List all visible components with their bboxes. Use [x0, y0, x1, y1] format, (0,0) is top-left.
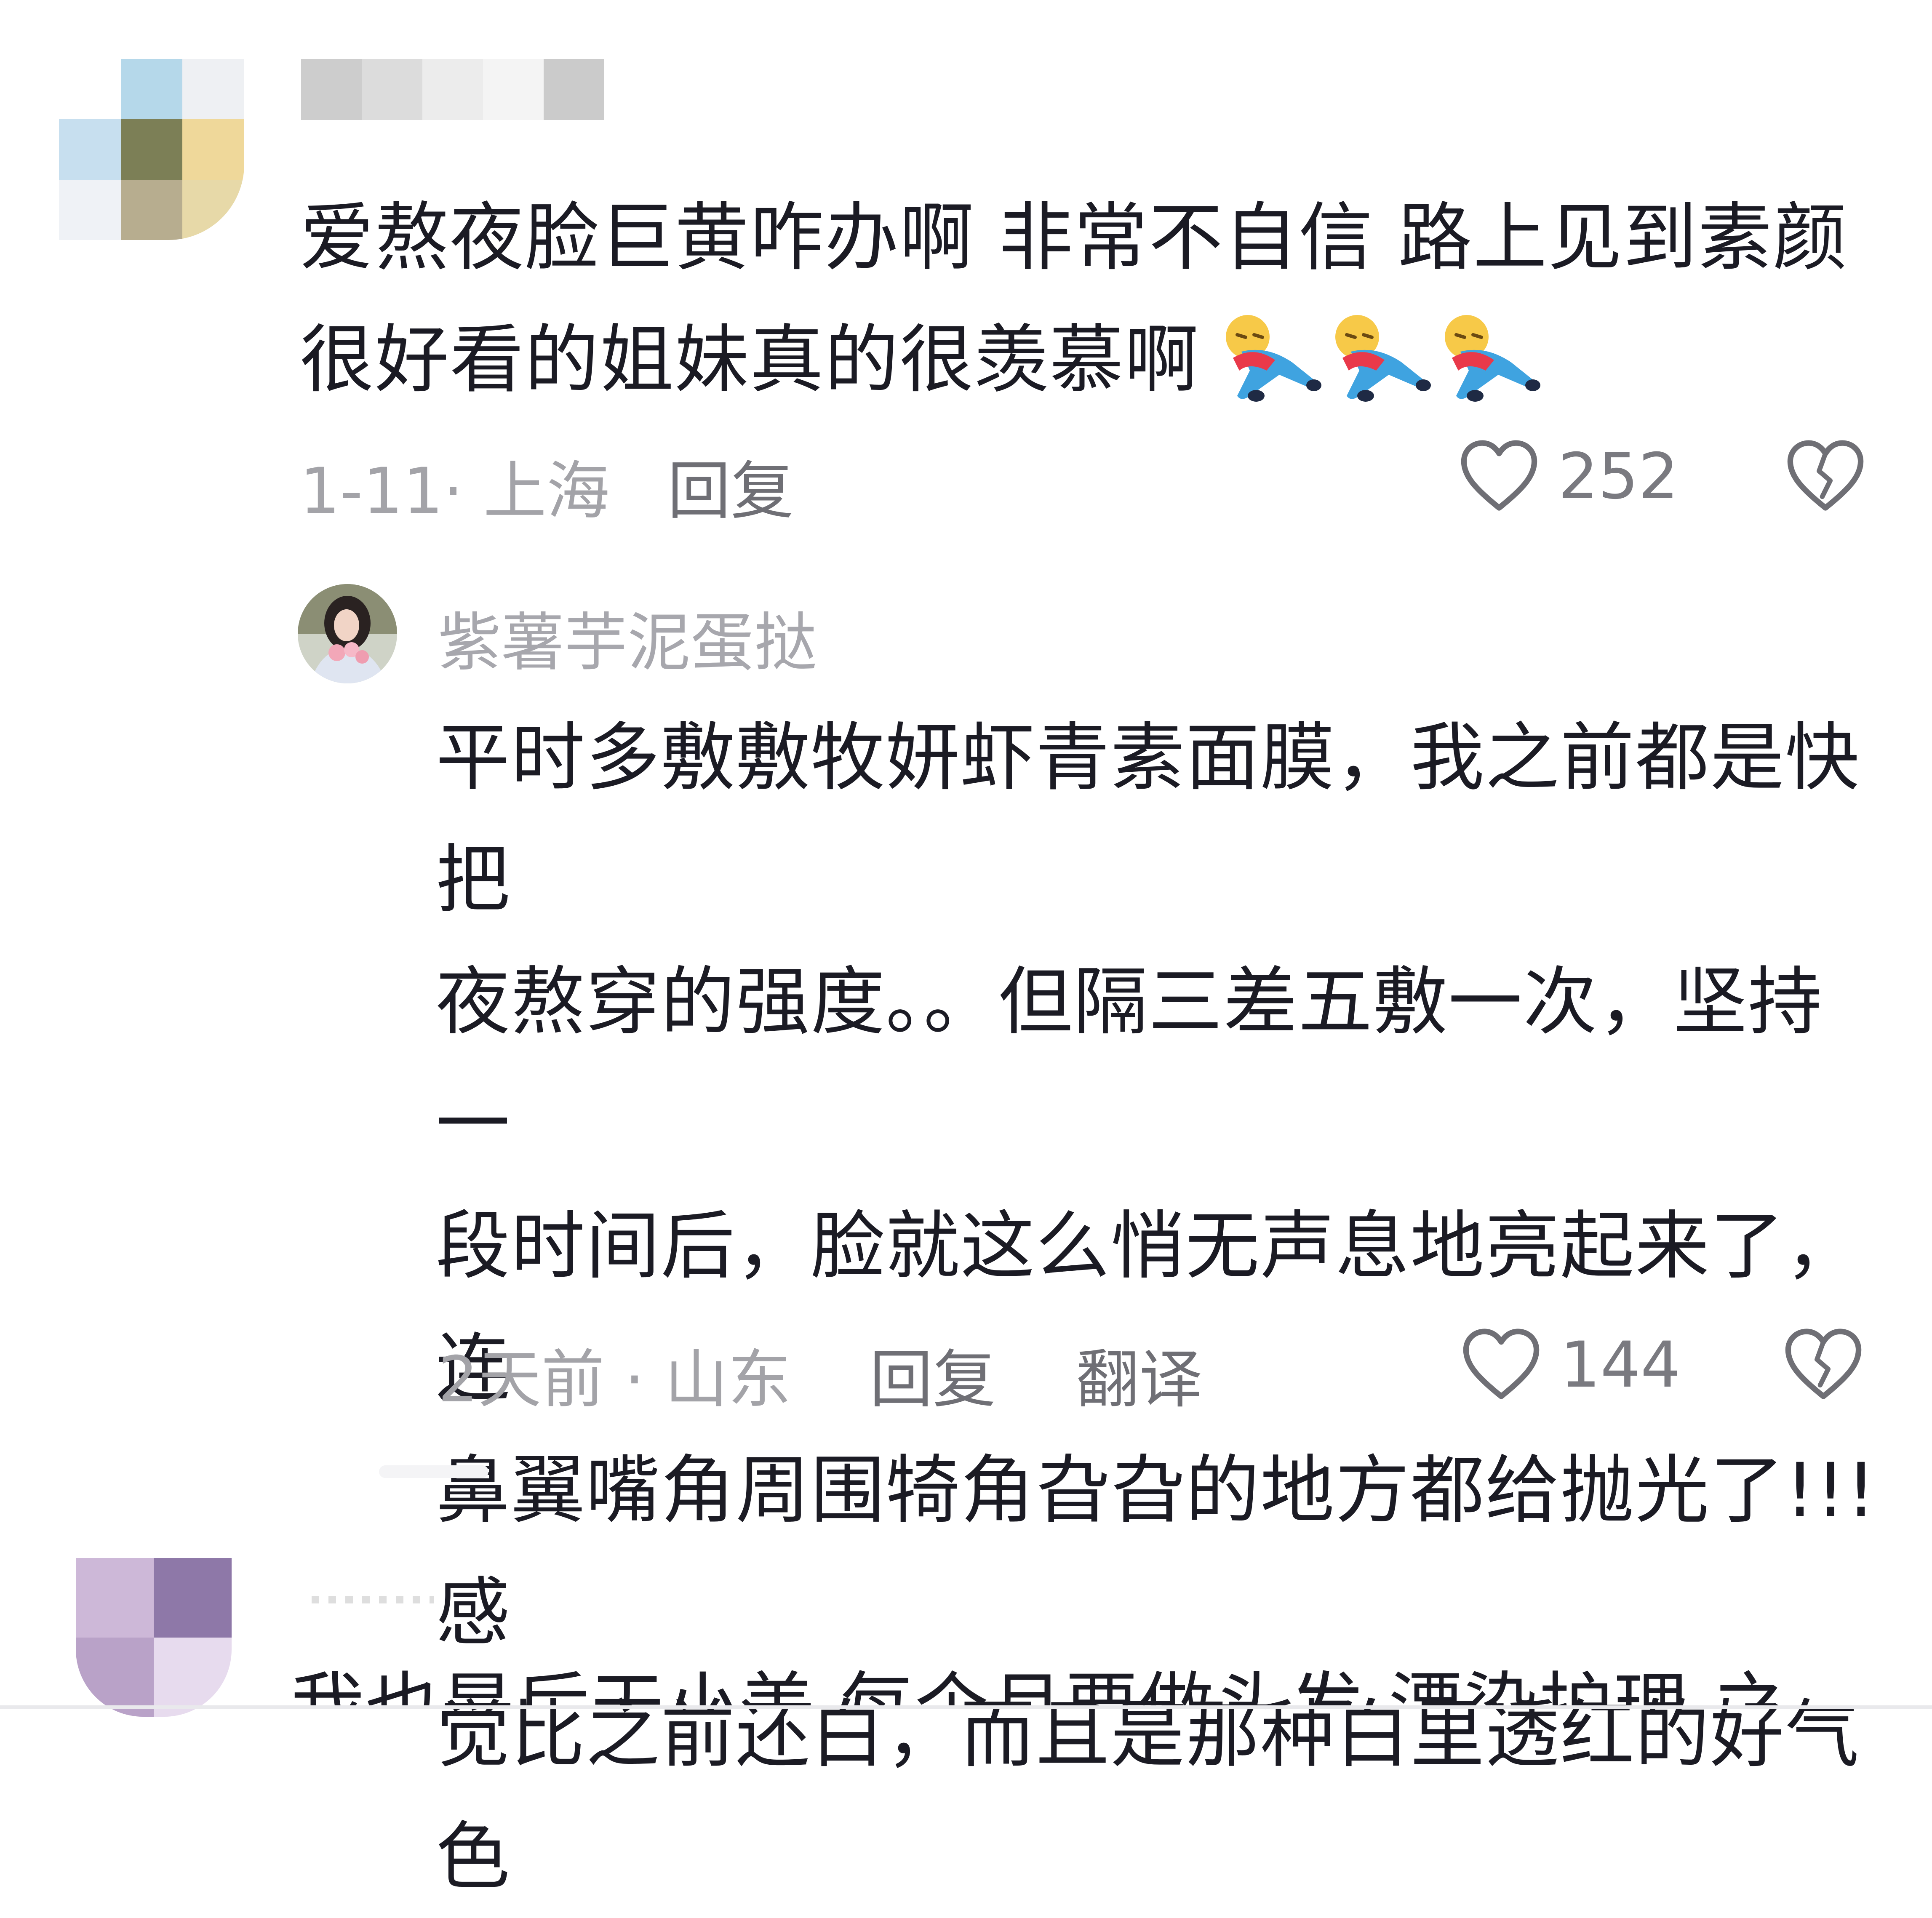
crying-figure-emoji [1226, 315, 1322, 402]
comment-line: 爱熬夜脸巨黄咋办啊 非常不自信 路上见到素颜 [300, 195, 1848, 281]
avatar[interactable] [76, 1558, 232, 1717]
like-count: 144 [1560, 1328, 1681, 1402]
reply-text: 平时多敷敷牧妍虾青素面膜，我之前都是快把 夜熬穿的强度。。但隔三差五敷一次，坚持… [436, 697, 1889, 1918]
divider [0, 1705, 1932, 1709]
comment-line: 很好看的姐妹真的很羡慕啊 [300, 317, 1200, 403]
avatar[interactable] [59, 59, 244, 240]
avatar[interactable] [297, 583, 398, 684]
comment-date-location: 1-11· 上海 [300, 455, 610, 528]
reply-date-location: 2天前 · 山东 [438, 1343, 791, 1416]
reply-line: 夜熬穿的强度。。但隔三差五敷一次，坚持一 [436, 959, 1823, 1167]
comment-text: 爱熬夜脸巨黄咋办啊 非常不自信 路上见到素颜 很好看的姐妹真的很羡慕啊 [300, 177, 1858, 421]
heart-outline-icon[interactable] [1459, 438, 1539, 514]
comment-partial-text: 我也是后天小美 每个月要做头发 漂染护理 之 [291, 1646, 1891, 1705]
broken-heart-icon[interactable] [1783, 1326, 1863, 1402]
username-redacted[interactable] [312, 1596, 434, 1603]
heart-outline-icon[interactable] [1461, 1326, 1541, 1402]
like-count: 252 [1558, 440, 1679, 513]
translate-button[interactable]: 翻译 [1076, 1328, 1202, 1420]
emoji-row [1216, 312, 1541, 408]
username-redacted[interactable] [301, 59, 604, 120]
divider [379, 1465, 488, 1478]
reply-button[interactable]: 回复 [870, 1328, 996, 1420]
crying-figure-emoji [1335, 315, 1431, 402]
reply-line: 平时多敷敷牧妍虾青素面膜，我之前都是快把 [436, 715, 1860, 923]
reply-line: 鼻翼嘴角周围犄角旮旮的地方都给抛光了!!!感 [436, 1447, 1877, 1656]
broken-heart-icon[interactable] [1785, 438, 1865, 514]
reply-button[interactable]: 回复 [667, 440, 794, 531]
reply-username[interactable]: 紫薯芋泥蛋挞 [438, 592, 817, 683]
crying-figure-emoji [1445, 315, 1541, 402]
reply-line: 觉比之前还白，而且是那种白里透红的好气色 [436, 1691, 1860, 1900]
